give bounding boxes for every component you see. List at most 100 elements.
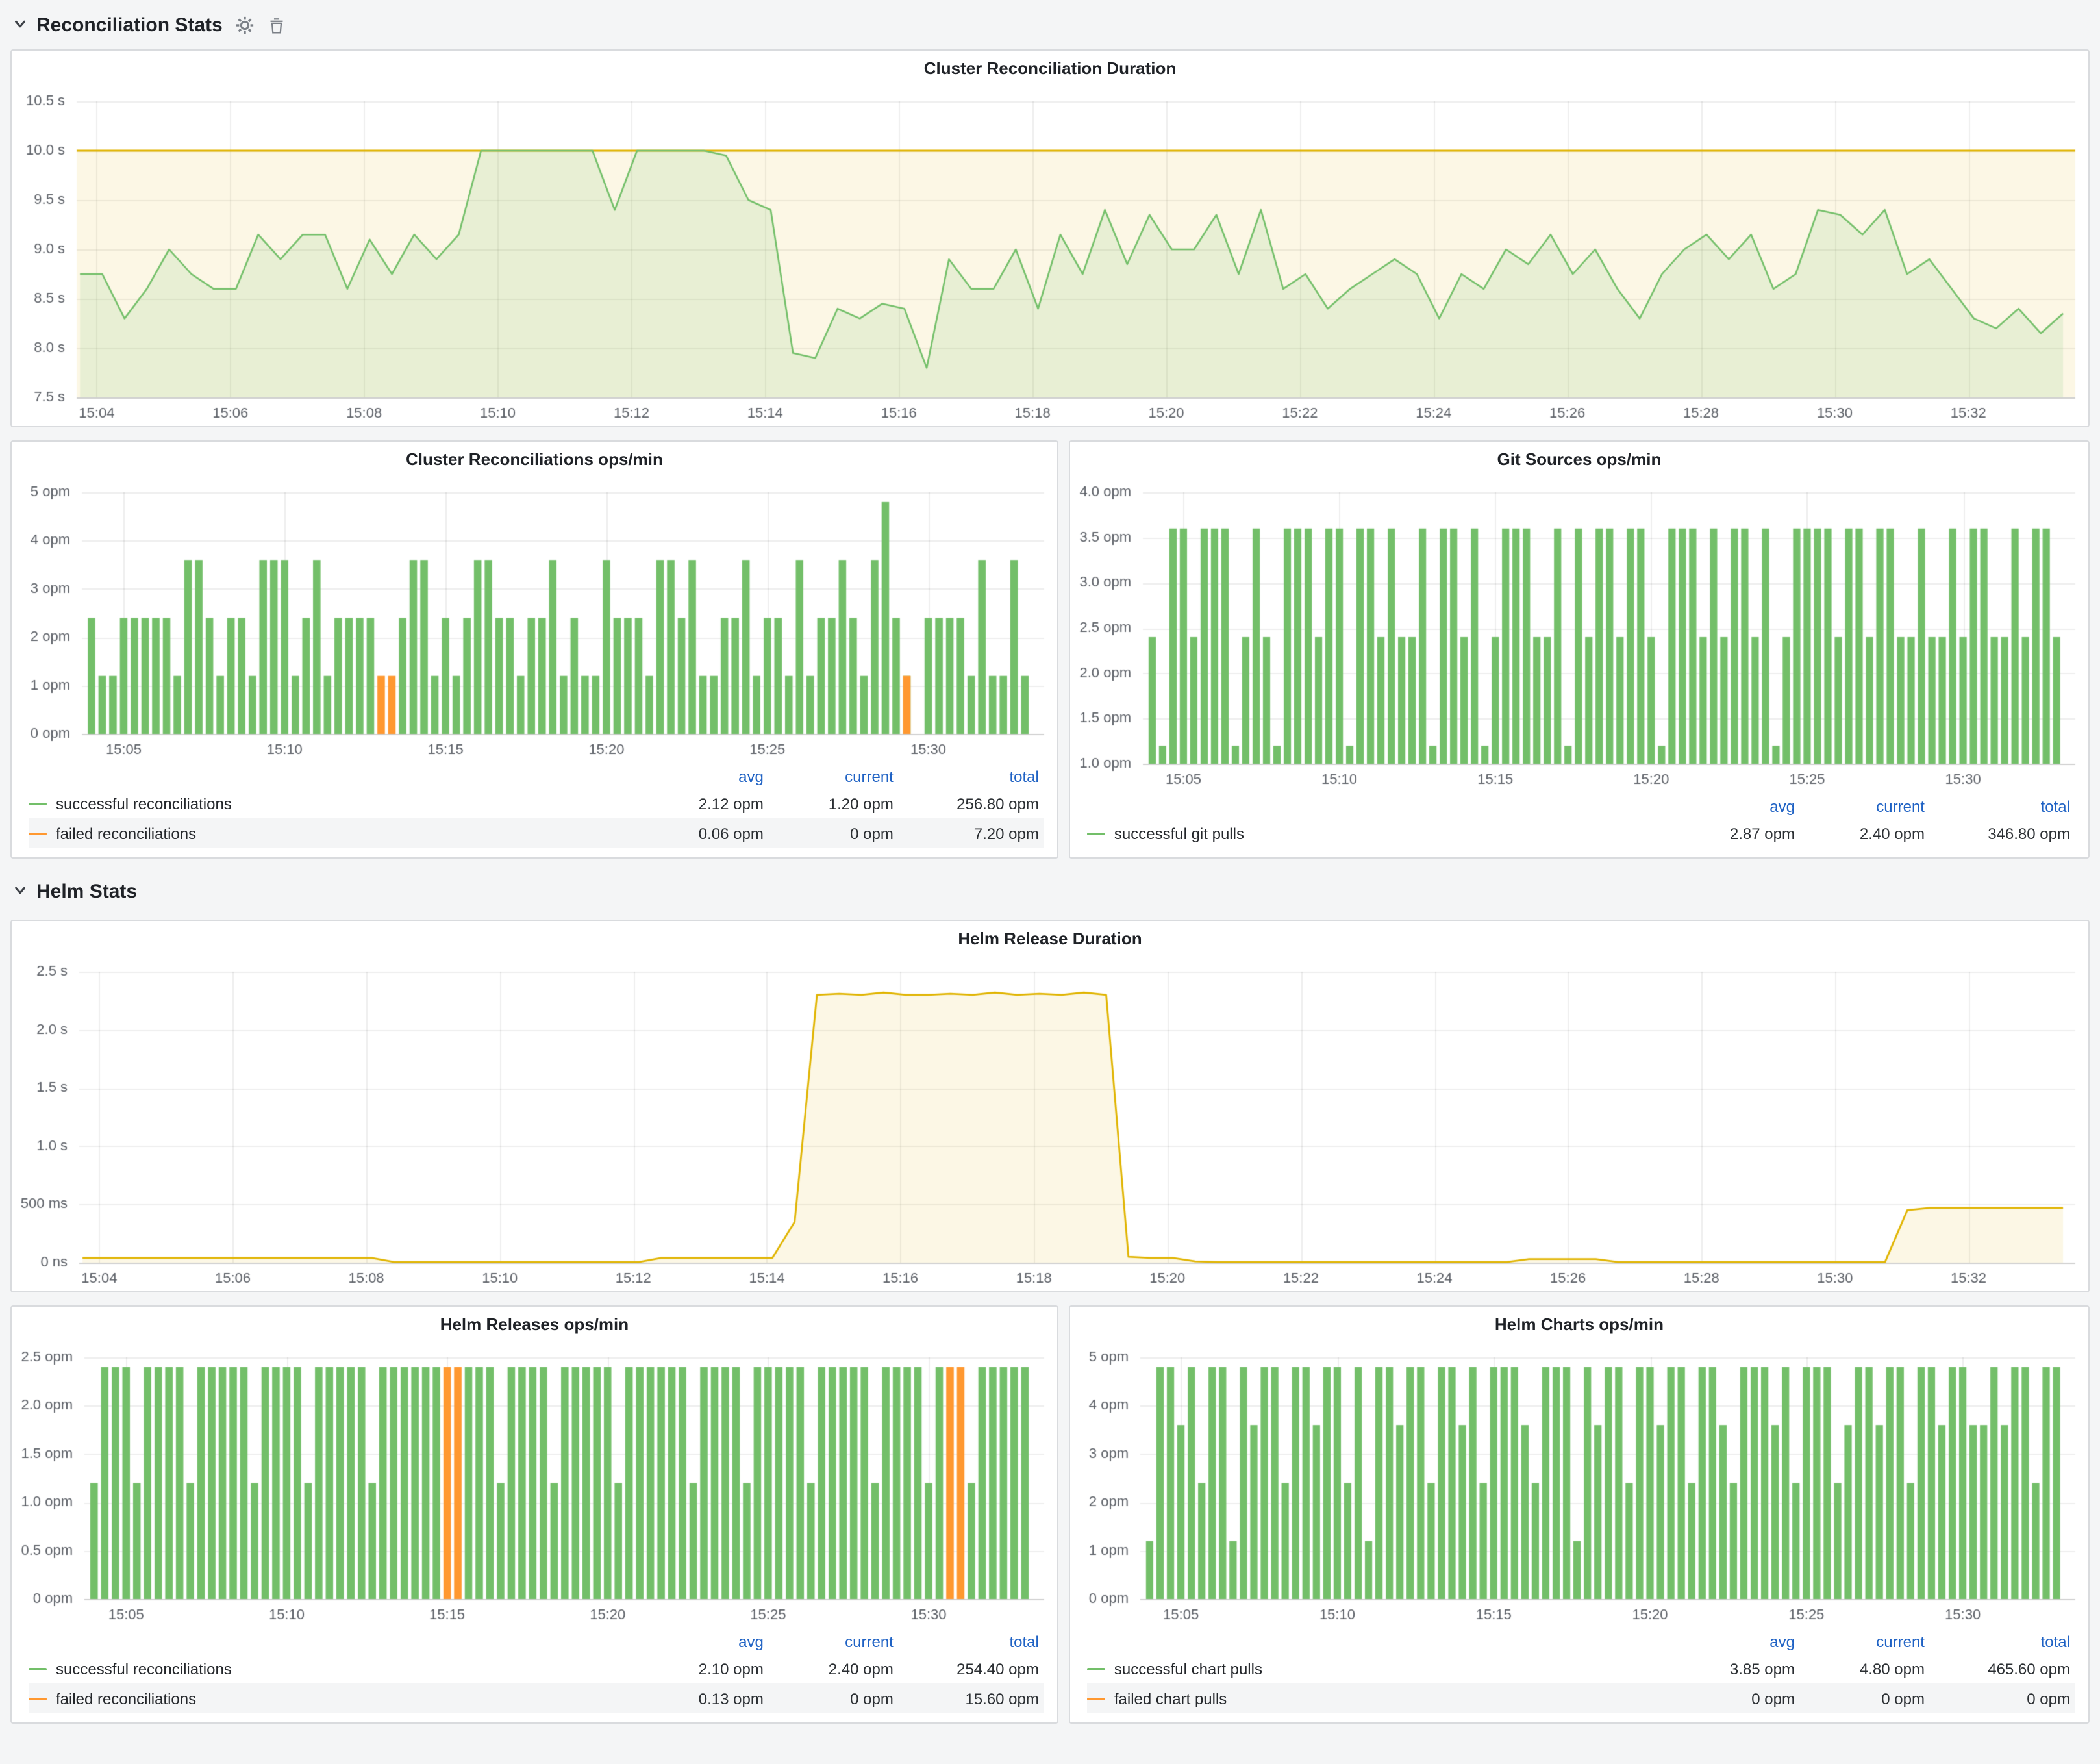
section-title-text: Reconciliation Stats	[36, 14, 223, 36]
git-sources-bar-chart[interactable]	[1070, 477, 2088, 792]
legend-header: avg current total	[1087, 794, 2075, 818]
legend-row: successful reconciliations 2.12 opm 1.20…	[29, 788, 1044, 818]
series-label: successful git pulls	[1114, 824, 1244, 842]
panel-git-sources-opm: Git Sources ops/min avg current total su…	[1069, 440, 2090, 859]
series-swatch[interactable]	[1087, 1697, 1105, 1700]
legend-header: avg current total	[1087, 1629, 2075, 1654]
grafana-dashboard: Reconciliation Stats Cluster Reconciliat…	[0, 0, 2100, 1764]
chart-area	[1070, 1342, 2088, 1628]
legend-col-avg[interactable]: avg	[1665, 1632, 1795, 1650]
panel-title[interactable]: Cluster Reconciliation Duration	[12, 51, 2088, 86]
legend-header: avg current total	[29, 1629, 1044, 1654]
series-avg: 0 opm	[1665, 1689, 1795, 1707]
legend-row: failed reconciliations 0.13 opm 0 opm 15…	[29, 1683, 1044, 1713]
series-label: successful reconciliations	[56, 1659, 232, 1678]
legend-row: failed chart pulls 0 opm 0 opm 0 opm	[1087, 1683, 2075, 1713]
chevron-down-icon	[13, 880, 27, 902]
helm-release-duration-chart[interactable]	[12, 956, 2088, 1291]
chart-area	[12, 956, 2088, 1291]
series-label: failed reconciliations	[56, 1689, 196, 1707]
legend-col-total[interactable]: total	[1925, 797, 2070, 815]
panel-cluster-reconciliation-duration: Cluster Reconciliation Duration	[10, 49, 2090, 427]
panel-cluster-reconciliations-opm: Cluster Reconciliations ops/min avg curr…	[10, 440, 1058, 859]
series-current: 1.20 opm	[764, 794, 894, 813]
legend-col-total[interactable]: total	[894, 1632, 1039, 1650]
series-swatch[interactable]	[1087, 832, 1105, 835]
legend-col-avg[interactable]: avg	[634, 1632, 764, 1650]
series-toggle[interactable]: failed chart pulls	[1087, 1689, 1665, 1707]
chevron-down-icon	[13, 14, 27, 36]
series-toggle[interactable]: successful git pulls	[1087, 824, 1665, 842]
panel-title[interactable]: Git Sources ops/min	[1070, 442, 2088, 477]
series-swatch[interactable]	[29, 1697, 47, 1700]
series-label: failed chart pulls	[1114, 1689, 1227, 1707]
series-label: successful reconciliations	[56, 794, 232, 813]
panel-row-2: Helm Releases ops/min avg current total …	[10, 1305, 2090, 1724]
legend-row: successful chart pulls 3.85 opm 4.80 opm…	[1087, 1654, 2075, 1683]
series-total: 7.20 opm	[894, 824, 1039, 842]
helm-releases-bar-chart[interactable]	[12, 1342, 1057, 1628]
series-toggle[interactable]: successful reconciliations	[29, 794, 634, 813]
series-toggle[interactable]: failed reconciliations	[29, 1689, 634, 1707]
chart-area	[12, 86, 2088, 426]
panel-helm-release-duration: Helm Release Duration	[10, 920, 2090, 1292]
series-total: 0 opm	[1925, 1689, 2070, 1707]
legend-col-current[interactable]: current	[1795, 1632, 1925, 1650]
section-toggle-helm-stats[interactable]: Helm Stats	[13, 880, 137, 902]
legend: avg current total successful chart pulls…	[1070, 1628, 2088, 1722]
series-label: failed reconciliations	[56, 824, 196, 842]
series-total: 254.40 opm	[894, 1659, 1039, 1678]
legend-col-avg[interactable]: avg	[634, 767, 764, 785]
legend-header: avg current total	[29, 764, 1044, 788]
series-swatch[interactable]	[29, 1667, 47, 1670]
series-current: 0 opm	[764, 1689, 894, 1707]
panel-row-1: Cluster Reconciliations ops/min avg curr…	[10, 440, 2090, 859]
panel-title[interactable]: Helm Release Duration	[12, 921, 2088, 956]
series-current: 2.40 opm	[1795, 824, 1925, 842]
section-header-reconciliation-stats: Reconciliation Stats	[10, 8, 2090, 42]
series-avg: 2.10 opm	[634, 1659, 764, 1678]
section-title-text: Helm Stats	[36, 880, 137, 902]
series-current: 0 opm	[764, 824, 894, 842]
series-label: successful chart pulls	[1114, 1659, 1262, 1678]
series-avg: 2.12 opm	[634, 794, 764, 813]
series-toggle[interactable]: failed reconciliations	[29, 824, 634, 842]
chart-area	[12, 1342, 1057, 1628]
legend-col-current[interactable]: current	[764, 767, 894, 785]
series-total: 465.60 opm	[1925, 1659, 2070, 1678]
series-total: 15.60 opm	[894, 1689, 1039, 1707]
panel-title[interactable]: Cluster Reconciliations ops/min	[12, 442, 1057, 477]
series-total: 346.80 opm	[1925, 824, 2070, 842]
series-total: 256.80 opm	[894, 794, 1039, 813]
series-swatch[interactable]	[1087, 1667, 1105, 1670]
trash-icon[interactable]	[268, 15, 286, 34]
series-avg: 0.06 opm	[634, 824, 764, 842]
legend-col-current[interactable]: current	[1795, 797, 1925, 815]
gear-icon[interactable]	[236, 15, 255, 34]
helm-charts-bar-chart[interactable]	[1070, 1342, 2088, 1628]
series-current: 2.40 opm	[764, 1659, 894, 1678]
legend-col-current[interactable]: current	[764, 1632, 894, 1650]
cluster-reconciliations-bar-chart[interactable]	[12, 477, 1057, 762]
chart-area	[12, 477, 1057, 762]
series-toggle[interactable]: successful chart pulls	[1087, 1659, 1665, 1678]
legend-row: failed reconciliations 0.06 opm 0 opm 7.…	[29, 818, 1044, 848]
series-avg: 0.13 opm	[634, 1689, 764, 1707]
panel-title[interactable]: Helm Charts ops/min	[1070, 1307, 2088, 1342]
series-current: 4.80 opm	[1795, 1659, 1925, 1678]
legend-col-total[interactable]: total	[894, 767, 1039, 785]
series-swatch[interactable]	[29, 802, 47, 805]
series-avg: 3.85 opm	[1665, 1659, 1795, 1678]
panel-title[interactable]: Helm Releases ops/min	[12, 1307, 1057, 1342]
legend: avg current total successful reconciliat…	[12, 1628, 1057, 1722]
legend-col-avg[interactable]: avg	[1665, 797, 1795, 815]
series-toggle[interactable]: successful reconciliations	[29, 1659, 634, 1678]
series-swatch[interactable]	[29, 832, 47, 835]
cluster-reconciliation-duration-chart[interactable]	[12, 86, 2088, 426]
legend-row: successful git pulls 2.87 opm 2.40 opm 3…	[1087, 818, 2075, 848]
chart-area	[1070, 477, 2088, 792]
panel-helm-charts-opm: Helm Charts ops/min avg current total su…	[1069, 1305, 2090, 1724]
legend-row: successful reconciliations 2.10 opm 2.40…	[29, 1654, 1044, 1683]
section-toggle-reconciliation-stats[interactable]: Reconciliation Stats	[13, 14, 223, 36]
legend-col-total[interactable]: total	[1925, 1632, 2070, 1650]
